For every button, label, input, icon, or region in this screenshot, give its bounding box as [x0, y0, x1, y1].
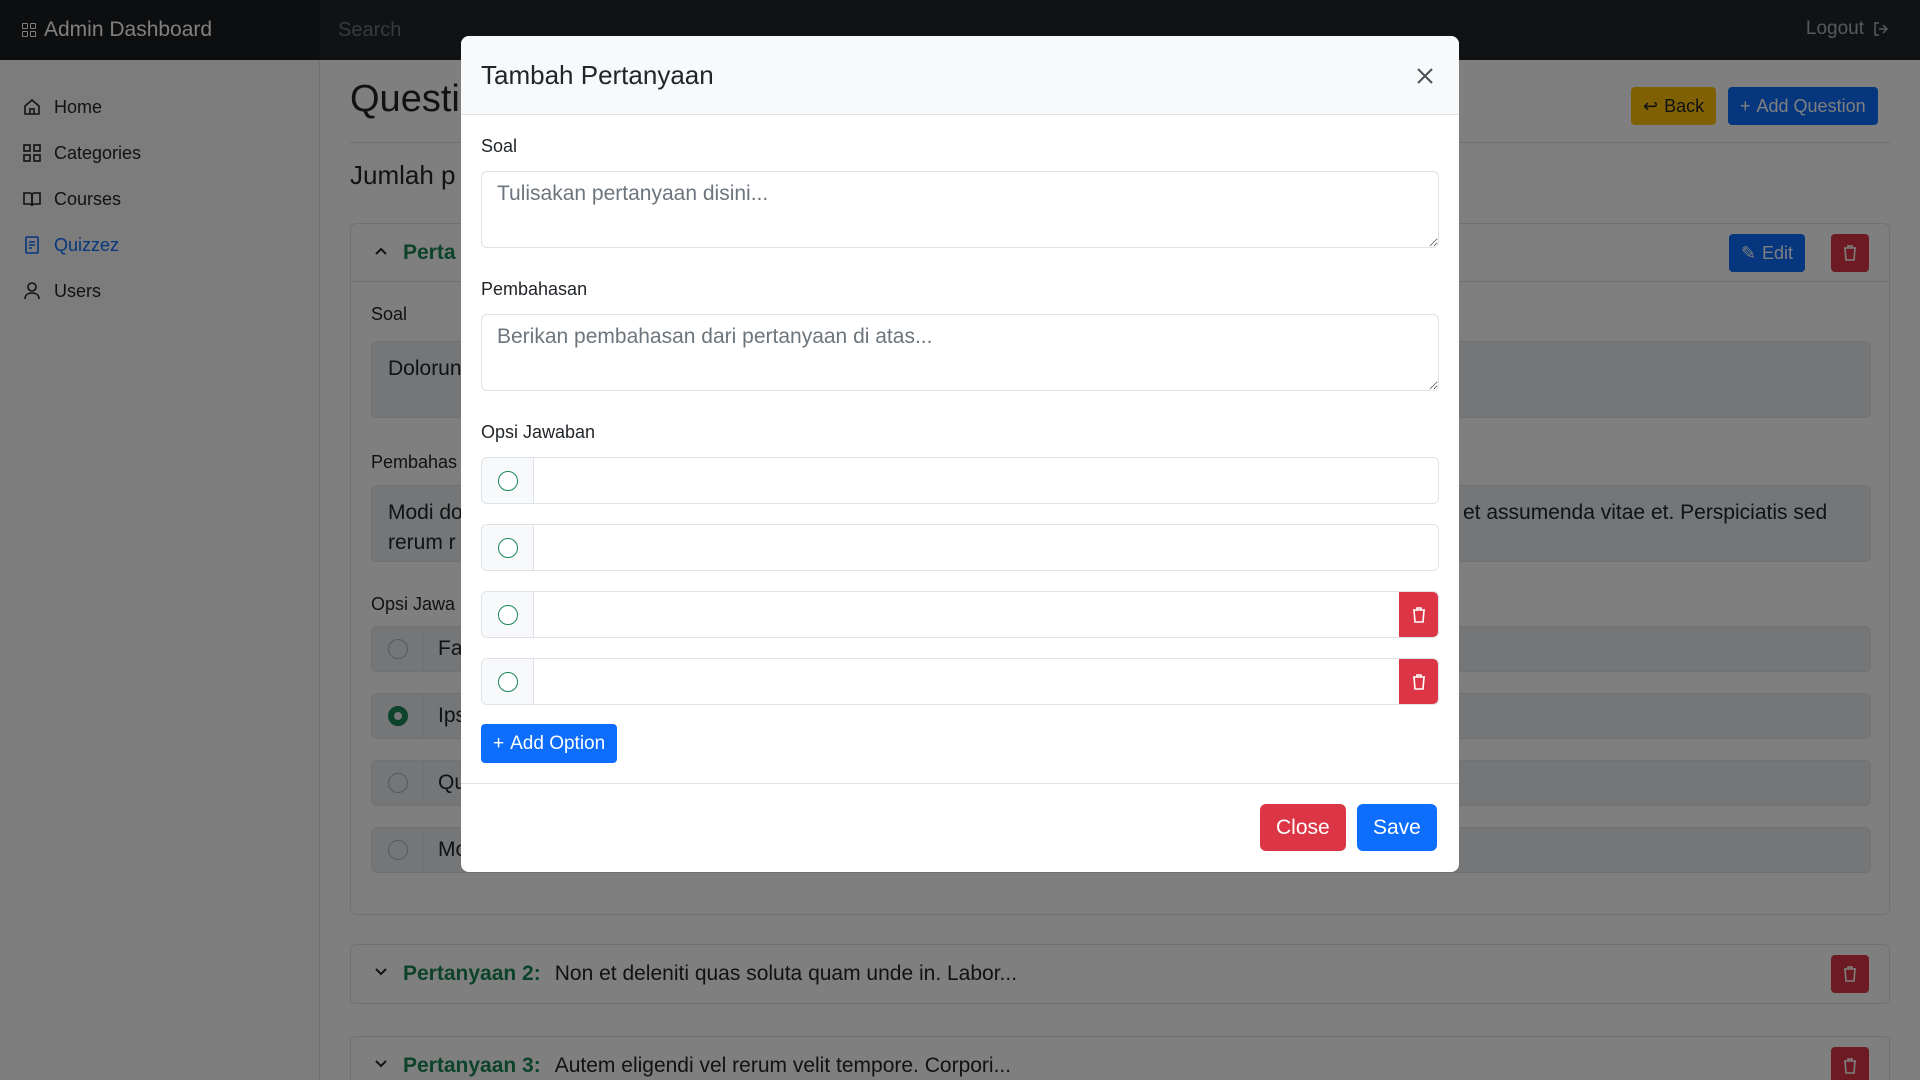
option-input[interactable]: [534, 525, 1438, 570]
modal-header: Tambah Pertanyaan: [461, 36, 1459, 115]
option-radio[interactable]: [482, 659, 534, 704]
soal-textarea[interactable]: [481, 171, 1439, 248]
save-button[interactable]: Save: [1357, 804, 1437, 851]
option-radio[interactable]: [482, 525, 534, 570]
option-input-group: [481, 457, 1439, 504]
radio-icon: [497, 604, 518, 625]
radio-icon: [497, 470, 518, 491]
add-option-button[interactable]: + Add Option: [481, 724, 618, 763]
option-input-group: [481, 591, 1439, 638]
trash-icon: [1412, 606, 1425, 623]
option-input-group: [481, 658, 1439, 705]
delete-option-button[interactable]: [1399, 659, 1438, 704]
option-input-group: [481, 524, 1439, 571]
option-input[interactable]: [534, 592, 1399, 637]
radio-icon: [497, 537, 518, 558]
modal-title: Tambah Pertanyaan: [481, 59, 714, 90]
soal-label: Soal: [481, 136, 518, 156]
close-button[interactable]: Close: [1260, 804, 1346, 851]
radio-icon: [497, 671, 518, 692]
add-question-modal: Tambah Pertanyaan Soal Pembahasan Opsi J…: [461, 36, 1459, 872]
plus-icon: +: [493, 732, 505, 754]
trash-icon: [1412, 673, 1425, 690]
option-input[interactable]: [534, 458, 1438, 503]
opsi-jawaban-label: Opsi Jawaban: [481, 422, 596, 442]
option-radio[interactable]: [482, 458, 534, 503]
add-option-label: Add Option: [510, 732, 606, 754]
modal-footer: Close Save: [461, 783, 1459, 872]
delete-option-button[interactable]: [1399, 592, 1438, 637]
modal-close-button[interactable]: [1407, 58, 1443, 94]
option-radio[interactable]: [482, 592, 534, 637]
option-input[interactable]: [534, 659, 1399, 704]
pembahasan-textarea[interactable]: [481, 314, 1439, 391]
pembahasan-label: Pembahasan: [481, 279, 588, 299]
close-icon: [1417, 68, 1433, 84]
